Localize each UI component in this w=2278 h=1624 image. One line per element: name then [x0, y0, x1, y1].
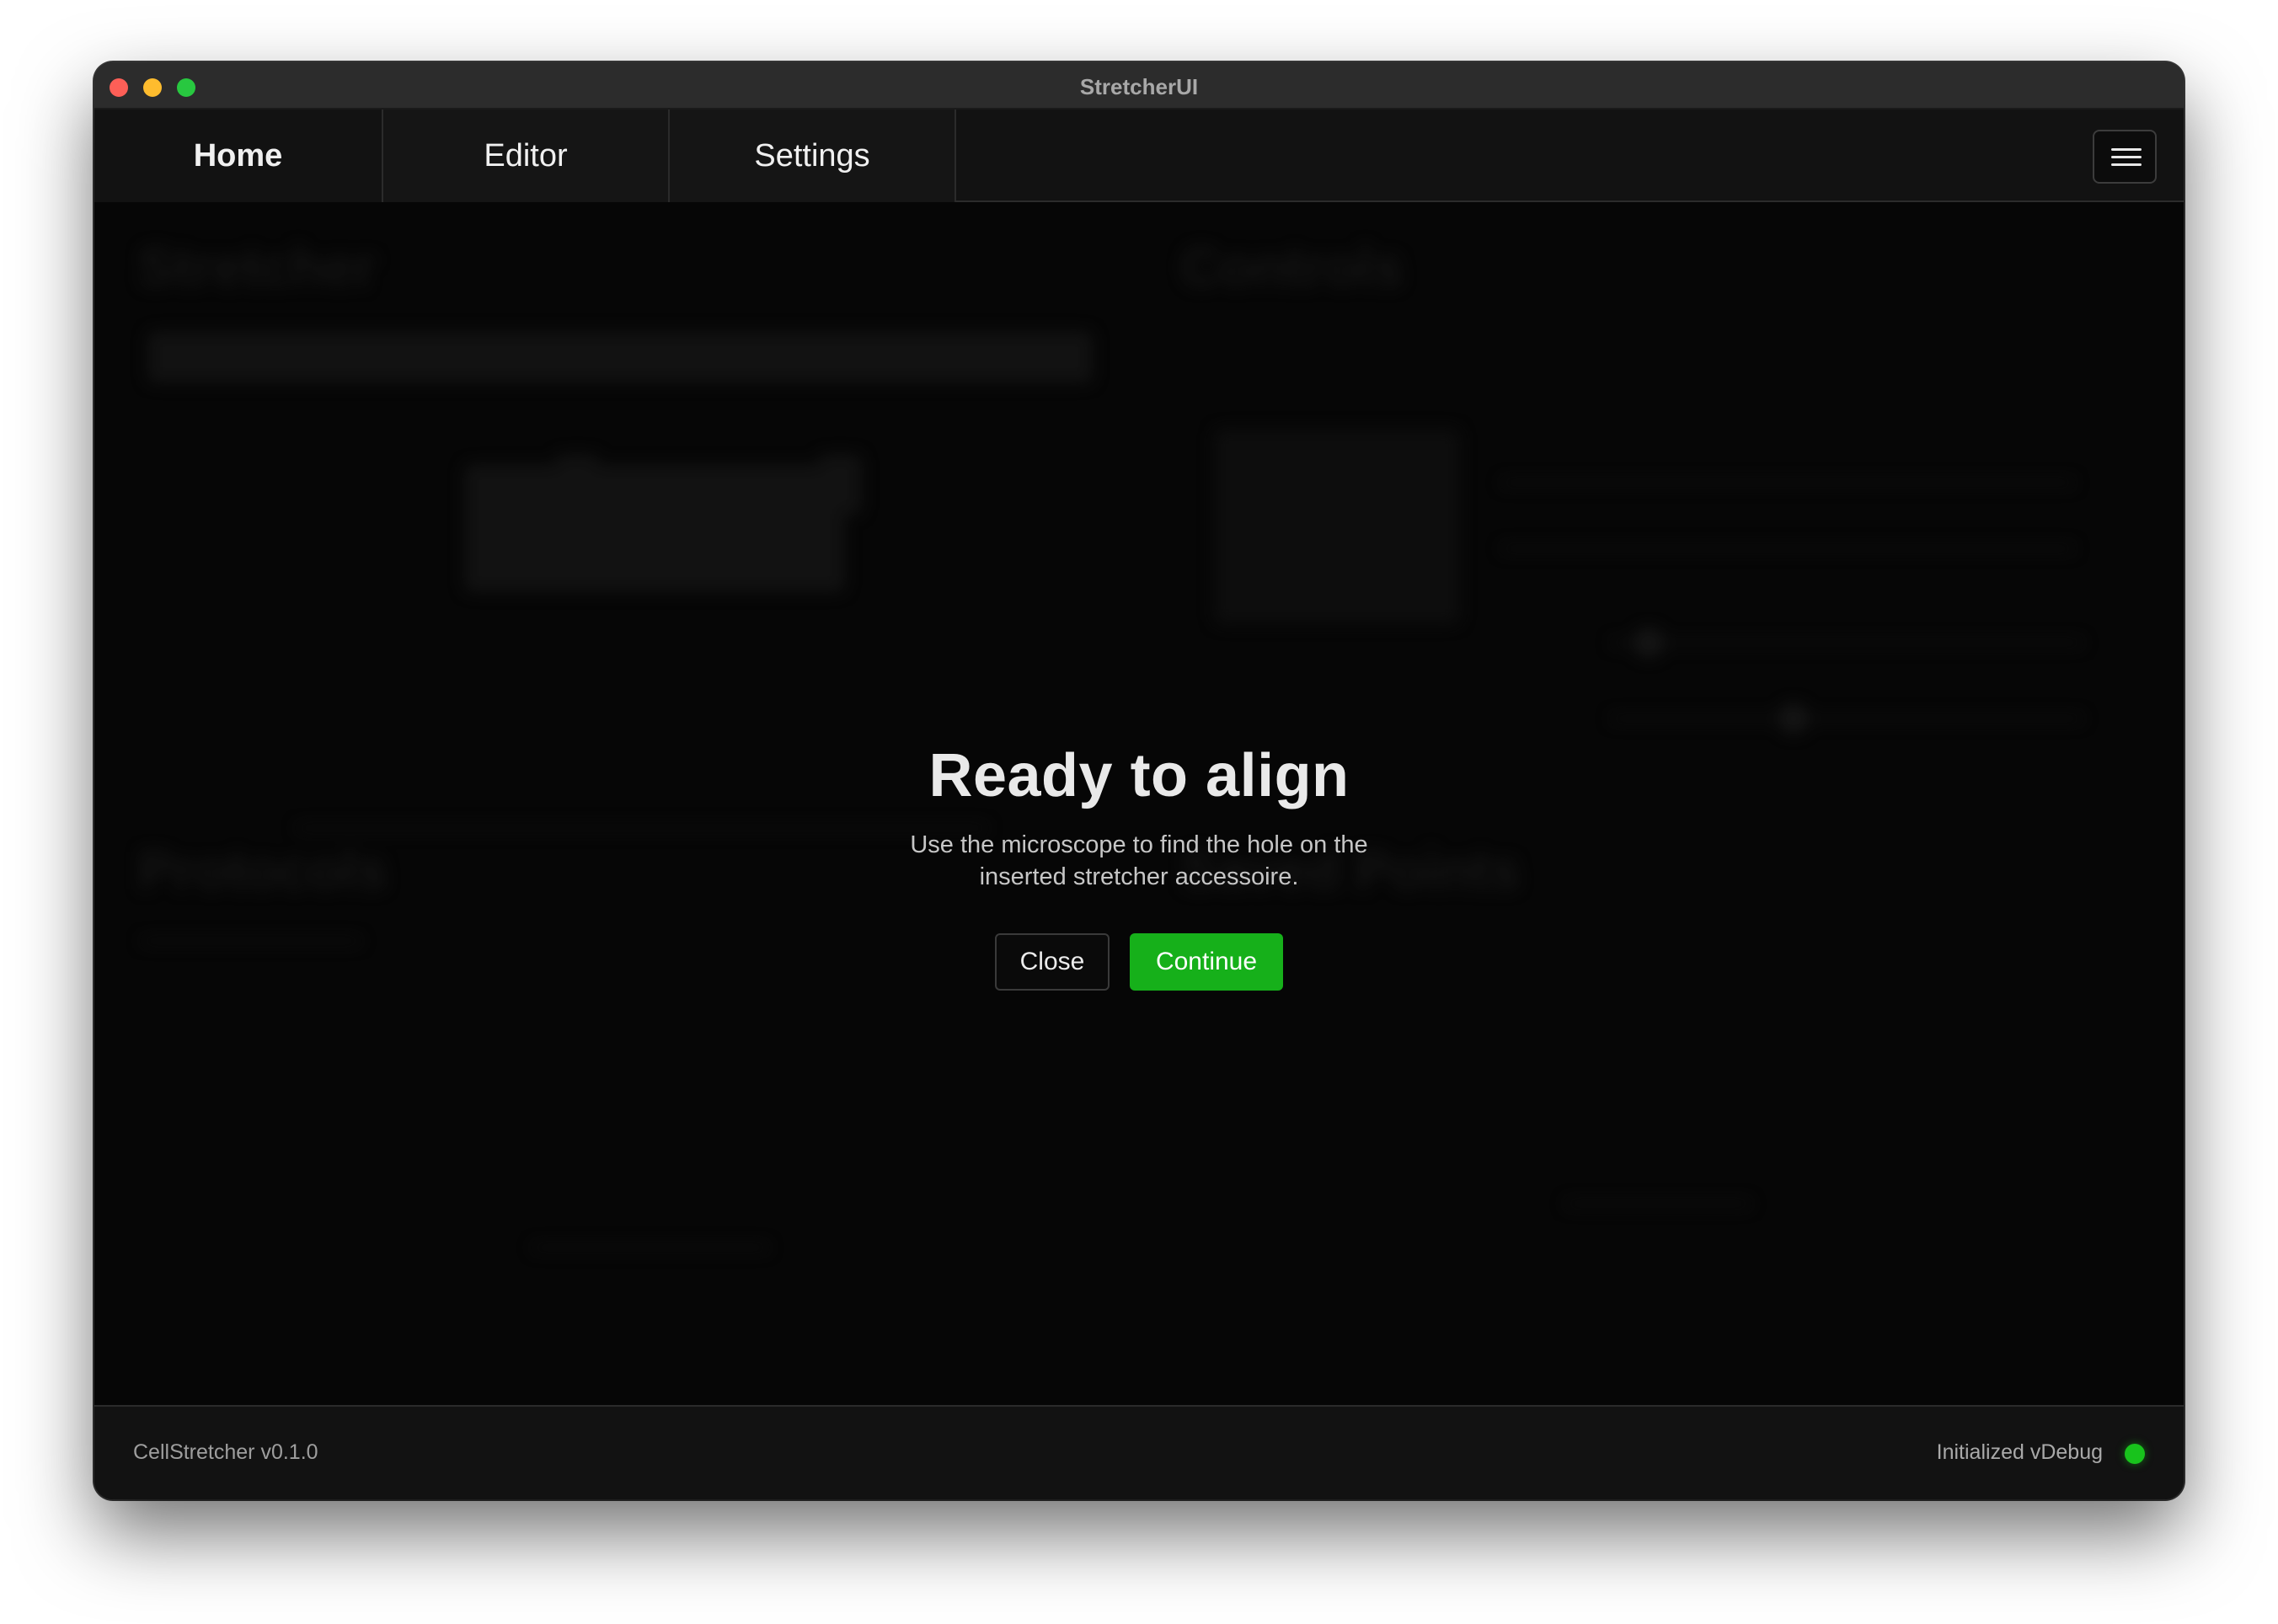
app-window: StretcherUI Home Editor Settings Stretch…: [94, 62, 2184, 1499]
dialog-description: Use the microscope to find the hole on t…: [910, 831, 1368, 890]
window-title: StretcherUI: [1079, 74, 1199, 99]
hamburger-menu-icon[interactable]: [2093, 130, 2157, 184]
tab-home[interactable]: Home: [94, 110, 383, 202]
dialog-title: Ready to align: [928, 742, 1350, 809]
status-indicator-icon: [2125, 1444, 2145, 1464]
version-label: CellStretcher v0.1.0: [133, 1440, 318, 1464]
tab-editor[interactable]: Editor: [383, 110, 670, 202]
continue-button[interactable]: Continue: [1130, 933, 1283, 991]
close-button[interactable]: Close: [995, 933, 1110, 991]
align-dialog: Ready to align Use the microscope to fin…: [94, 741, 2184, 991]
tab-settings[interactable]: Settings: [670, 110, 956, 202]
tab-bar: Home Editor Settings: [94, 110, 2184, 202]
title-bar: StretcherUI: [94, 62, 2184, 110]
main-content: Stretcher Controls Protocols Saved Point…: [94, 202, 2184, 1405]
dialog-actions: Close Continue: [94, 933, 2184, 991]
status-label: Initialized vDebug: [1936, 1440, 2103, 1464]
status-bar: CellStretcher v0.1.0 Initialized vDebug: [94, 1405, 2184, 1499]
